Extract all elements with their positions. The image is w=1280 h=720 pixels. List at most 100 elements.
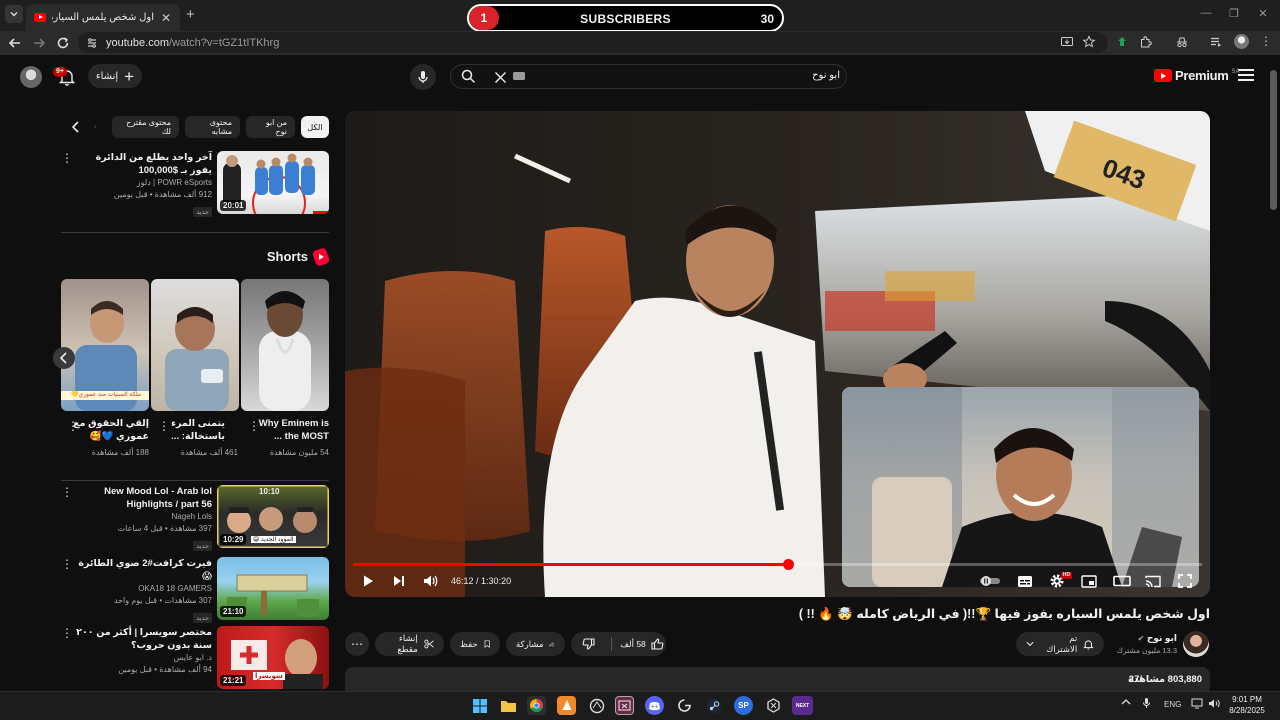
extension-button[interactable] bbox=[1115, 35, 1129, 49]
sp-taskbar-button[interactable]: SP bbox=[734, 696, 753, 715]
active-app-taskbar-button[interactable] bbox=[615, 696, 634, 715]
channel-name[interactable]: ابو نوح ✔ bbox=[1110, 633, 1177, 644]
video-thumbnail[interactable]: 20:01 bbox=[217, 151, 329, 214]
shorts-scroll-left-button[interactable] bbox=[53, 347, 75, 369]
video-more-options-icon[interactable]: ⋮ bbox=[61, 152, 73, 164]
tab-close-button[interactable]: ✕ bbox=[160, 11, 172, 25]
tab-search-button[interactable] bbox=[5, 5, 23, 23]
search-button[interactable] bbox=[455, 65, 481, 88]
video-thumbnail[interactable]: سويسرا 21:21 bbox=[217, 626, 329, 689]
search-input[interactable]: ابو نوح bbox=[780, 70, 840, 81]
voice-search-button[interactable] bbox=[410, 64, 436, 90]
account-avatar[interactable] bbox=[20, 66, 42, 88]
github-taskbar-button[interactable] bbox=[675, 696, 694, 715]
progress-scrubber[interactable] bbox=[783, 559, 794, 570]
video-more-options-icon[interactable]: ⋮ bbox=[61, 627, 73, 639]
next-button[interactable] bbox=[391, 573, 407, 589]
short-title[interactable]: Why Eminem is the MOST ... bbox=[251, 417, 329, 443]
minimize-button[interactable]: — bbox=[1196, 7, 1216, 19]
url-bar[interactable]: youtube.com/watch?v=tGZ1tITKhrg bbox=[78, 32, 1108, 53]
language-indicator[interactable]: ENG bbox=[1164, 700, 1181, 709]
bookmark-button[interactable] bbox=[1082, 35, 1096, 49]
browser-tab-active[interactable]: اول شخص يلمس السيارة يفوز فيها ✕ bbox=[26, 4, 180, 31]
chrome-taskbar-button[interactable] bbox=[527, 696, 546, 715]
app-taskbar-button[interactable] bbox=[764, 696, 783, 715]
subscribed-button[interactable]: تم الاشتراك bbox=[1016, 632, 1104, 656]
description-box[interactable] bbox=[345, 667, 1210, 691]
vlc-taskbar-button[interactable] bbox=[557, 696, 576, 715]
microphone-tray-icon[interactable] bbox=[1142, 697, 1151, 709]
profile-incognito-button[interactable] bbox=[1175, 35, 1189, 49]
sidebar-video-info[interactable]: فيرت كرافت#2 صوي الطائرة😱 OKA18 18 GAMER… bbox=[72, 557, 212, 625]
chip-from-channel[interactable]: من ابو نوح bbox=[246, 116, 295, 138]
steam-like-taskbar-button[interactable] bbox=[587, 696, 606, 715]
short-more-options-icon[interactable]: ⋮ bbox=[67, 420, 79, 432]
short-thumbnail[interactable] bbox=[151, 279, 239, 411]
create-button[interactable]: إنشاء + bbox=[88, 64, 142, 88]
chip-all[interactable]: الكل bbox=[301, 116, 329, 138]
network-icon[interactable] bbox=[1191, 698, 1203, 709]
file-explorer-taskbar-button[interactable] bbox=[499, 696, 518, 715]
short-thumbnail[interactable]: ملكة السنيات مند عموري💛 bbox=[61, 279, 149, 411]
pip-frame bbox=[842, 387, 1199, 587]
short-more-options-icon[interactable]: ⋮ bbox=[158, 420, 170, 432]
video-duration: 21:21 bbox=[220, 675, 247, 686]
video-player[interactable]: 043 bbox=[345, 111, 1210, 597]
video-more-options-icon[interactable]: ⋮ bbox=[61, 558, 73, 570]
browser-menu-icon[interactable]: ⋮ bbox=[1260, 34, 1272, 48]
autoplay-toggle[interactable] bbox=[979, 573, 1001, 589]
new-tab-button[interactable]: + bbox=[186, 6, 195, 23]
volume-button[interactable] bbox=[423, 573, 439, 589]
sidebar-video-info[interactable]: آخر واحد يطلع من الدائرة يفوز بـ $100,00… bbox=[72, 151, 212, 219]
restore-button[interactable]: ❐ bbox=[1224, 7, 1244, 20]
chip-recommended[interactable]: محتوى مقترح لك bbox=[112, 116, 179, 138]
cast-tab-button[interactable] bbox=[1060, 35, 1074, 49]
next-app-taskbar-button[interactable]: NEXT bbox=[792, 696, 813, 715]
clip-button[interactable]: إنشاء مقطع bbox=[375, 632, 444, 656]
sidebar-video-info[interactable]: New Mood Lol - Arab lol Highlights / par… bbox=[72, 485, 212, 553]
site-info-icon[interactable] bbox=[86, 37, 98, 49]
page-scrollbar[interactable] bbox=[1270, 70, 1277, 210]
steam-taskbar-button[interactable] bbox=[704, 696, 723, 715]
video-channel: POWR eSports | دلوز bbox=[136, 178, 212, 187]
reload-button[interactable] bbox=[55, 35, 71, 51]
cast-button[interactable] bbox=[1145, 573, 1161, 589]
back-button[interactable] bbox=[7, 35, 23, 51]
hamburger-menu-icon[interactable] bbox=[1238, 69, 1254, 84]
video-more-options-icon[interactable]: ⋮ bbox=[61, 486, 73, 498]
thumbnail-caption: سويسرا bbox=[253, 672, 285, 680]
profile-avatar-icon[interactable] bbox=[1234, 34, 1249, 49]
forward-button[interactable] bbox=[31, 35, 47, 51]
short-thumbnail[interactable] bbox=[241, 279, 329, 411]
more-actions-button[interactable]: ⋯ bbox=[345, 632, 369, 656]
save-button[interactable]: حفظ bbox=[450, 632, 500, 656]
miniplayer-button[interactable] bbox=[1081, 573, 1097, 589]
fullscreen-button[interactable] bbox=[1177, 573, 1193, 589]
tray-overflow-icon[interactable] bbox=[1121, 698, 1131, 705]
discord-taskbar-button[interactable] bbox=[645, 696, 664, 715]
keyboard-icon[interactable] bbox=[513, 72, 525, 80]
video-thumbnail[interactable]: 10:10 الموود الجديد 😄 10:29 bbox=[217, 485, 329, 548]
short-more-options-icon[interactable]: ⋮ bbox=[248, 420, 260, 432]
volume-tray-icon[interactable] bbox=[1208, 698, 1221, 709]
close-window-button[interactable]: ✕ bbox=[1253, 7, 1273, 20]
chips-scroll-left-button[interactable] bbox=[67, 118, 85, 136]
share-button[interactable]: مشاركة bbox=[506, 632, 565, 656]
subtitles-button[interactable] bbox=[1017, 573, 1033, 589]
extensions-menu-button[interactable] bbox=[1139, 35, 1153, 49]
media-controls-button[interactable] bbox=[1209, 35, 1223, 49]
play-button[interactable] bbox=[360, 573, 376, 589]
start-button[interactable] bbox=[470, 696, 489, 715]
video-thumbnail[interactable]: 21:10 bbox=[217, 557, 329, 620]
like-button[interactable]: 58 ألف bbox=[618, 632, 666, 656]
sidebar-video-info[interactable]: مختصر سويسرا | أكثر من ٢٠٠ سنة بدون حروب… bbox=[72, 626, 212, 676]
url-host: youtube.com bbox=[106, 36, 169, 49]
theater-mode-button[interactable] bbox=[1113, 573, 1131, 589]
dislike-button[interactable] bbox=[571, 632, 605, 656]
chip-related[interactable]: محتوى مشابه bbox=[185, 116, 240, 138]
short-title[interactable]: إلقي الحقوق مع عموري 💙🥰 bbox=[70, 417, 149, 443]
taskbar-clock[interactable]: 9:01 PM 8/28/2025 bbox=[1225, 694, 1269, 716]
channel-avatar[interactable] bbox=[1183, 631, 1209, 657]
clear-search-button[interactable] bbox=[490, 67, 510, 87]
youtube-premium-logo[interactable]: Premium SA bbox=[1154, 68, 1240, 83]
